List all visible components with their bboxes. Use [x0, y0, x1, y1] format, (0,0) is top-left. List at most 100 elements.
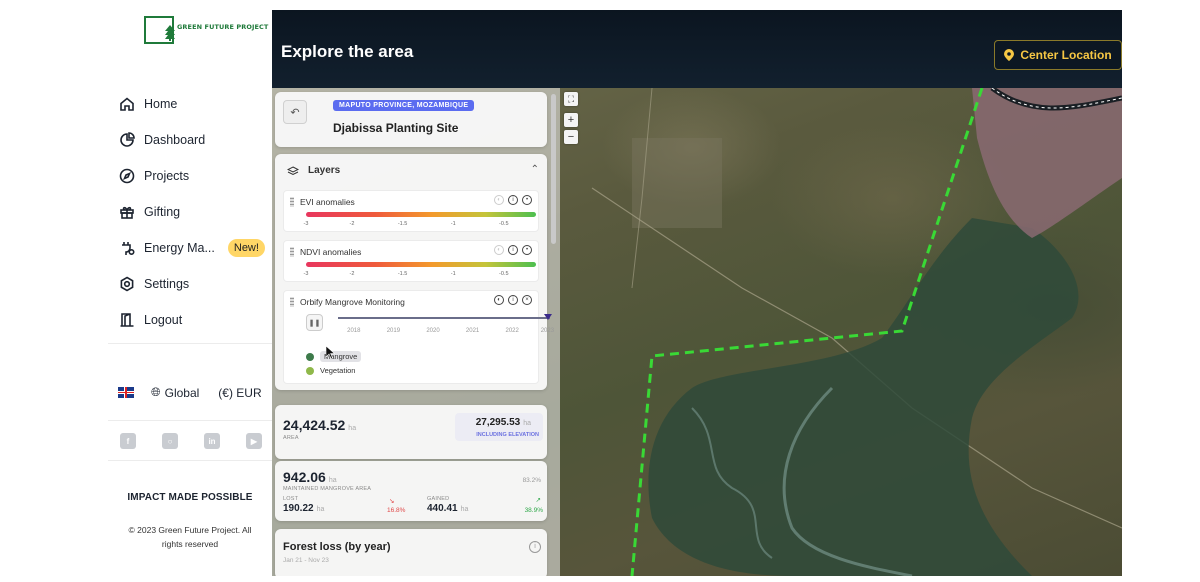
tick-label: -3 [303, 221, 309, 227]
layers-icon [287, 165, 299, 175]
plug-icon [118, 240, 135, 257]
mangrove-unit: ha [328, 477, 337, 484]
drag-handle-icon[interactable] [290, 197, 294, 207]
info-icon[interactable]: i [508, 195, 518, 205]
nav-item-home[interactable]: Home [118, 86, 268, 122]
explore-area-view: Explore the area Center Location ⛶ + − ↶… [272, 10, 1122, 576]
info-icon[interactable]: i [508, 295, 518, 305]
tick-label: -2 [349, 221, 355, 227]
salt-flat-area [972, 88, 1122, 238]
layer-controls: ◐ i • [494, 245, 532, 255]
youtube-icon[interactable]: ▶ [246, 433, 262, 449]
lost-label: LOST [283, 496, 299, 502]
zoom-in-button[interactable]: + [564, 113, 578, 127]
copyright-text: © 2023 Green Future Project. All rights … [128, 525, 252, 549]
forest-loss-card: Forest loss (by year) Jan 21 - Nov 23 i [275, 529, 547, 576]
back-button[interactable]: ↶ [283, 100, 307, 124]
forest-loss-range: Jan 21 - Nov 23 [283, 557, 329, 564]
eye-icon[interactable]: • [522, 245, 532, 255]
layers-header[interactable]: Layers [287, 165, 340, 176]
year-label: 2019 [386, 328, 401, 334]
timeline-handle[interactable] [544, 314, 552, 320]
nav-item-settings[interactable]: Settings [118, 266, 268, 302]
facebook-icon[interactable]: f [120, 433, 136, 449]
tick-label: -2 [349, 271, 355, 277]
social-links: f ○ in ▶ [120, 433, 270, 449]
top-bar: Explore the area Center Location [272, 10, 1122, 88]
fullscreen-button[interactable]: ⛶ [564, 92, 578, 106]
area-label: AREA [283, 435, 299, 441]
pause-button[interactable]: ❚❚ [306, 314, 323, 331]
lost-number: 190.22 [283, 503, 314, 514]
panel-scrollbar[interactable] [551, 94, 556, 244]
elevation-unit: ha [523, 420, 531, 427]
page-title: Explore the area [281, 42, 414, 61]
brand-logo[interactable]: GREEN FUTURE PROJECT [144, 16, 268, 44]
elevation-number: 27,295.53 [475, 417, 521, 428]
nav-label: Dashboard [144, 133, 206, 147]
instagram-icon[interactable]: ○ [162, 433, 178, 449]
nav-item-projects[interactable]: Projects [118, 158, 268, 194]
eye-off-icon[interactable]: × [522, 295, 532, 305]
region-selector[interactable]: Global [165, 386, 200, 400]
nav-label: Logout [144, 313, 183, 327]
year-label: 2022 [505, 328, 519, 334]
nav-item-gifting[interactable]: Gifting [118, 194, 268, 230]
zoom-out-button[interactable]: − [564, 130, 578, 144]
layer-controls: ◐ i × [494, 295, 532, 305]
nav-label: Projects [144, 169, 190, 183]
opacity-icon[interactable]: ◐ [494, 245, 504, 255]
gained-percent: 38.9% [524, 507, 543, 514]
evi-ticks: -3 -2 -1.5 -1 -0.5 [303, 221, 536, 229]
new-badge: New! [227, 239, 265, 257]
year-timeline-slider[interactable] [338, 314, 552, 320]
site-location-tag: MAPUTO PROVINCE, MOZAMBIQUE [333, 100, 475, 111]
elevation-box: 27,295.53 ha INCLUDING ELEVATION [455, 413, 543, 441]
nav-label: Energy Ma... [144, 241, 215, 255]
mangrove-wetland [648, 218, 1079, 576]
mangrove-number: 942.06 [283, 469, 326, 485]
location-pin-icon [1004, 49, 1015, 61]
tick-label: -3 [303, 271, 309, 277]
uk-flag-icon[interactable] [118, 387, 134, 398]
nav-item-dashboard[interactable]: Dashboard [118, 122, 268, 158]
elevation-value: 27,295.53 ha [476, 417, 531, 428]
info-icon[interactable]: i [529, 541, 541, 553]
sidebar: GREEN FUTURE PROJECT Home Dashboard Proj… [108, 10, 272, 576]
year-label: 2021 [465, 328, 480, 334]
eye-icon[interactable]: • [522, 195, 532, 205]
legend-vegetation[interactable]: Vegetation [306, 366, 355, 375]
back-arrow-icon: ↶ [290, 106, 300, 119]
mangrove-stat-card: 942.06 ha 83.2% MAINTAINED MANGROVE AREA … [275, 461, 547, 521]
gear-icon [118, 276, 135, 293]
mouse-cursor-icon [326, 346, 335, 359]
gained-label: GAINED [427, 496, 450, 502]
opacity-icon[interactable]: ◐ [494, 195, 504, 205]
tick-label: -1.5 [397, 271, 408, 277]
gained-unit: ha [460, 506, 469, 513]
elevation-label: INCLUDING ELEVATION [476, 432, 539, 438]
town-area [632, 138, 722, 228]
layer-ndvi: NDVI anomalies ◐ i • -3 -2 -1.5 -1 -0.5 [283, 240, 539, 282]
area-unit: ha [348, 425, 357, 432]
layers-card: Layers ⌃ EVI anomalies ◐ i • -3 -2 -1.5 … [275, 154, 554, 390]
opacity-icon[interactable]: ◐ [494, 295, 504, 305]
main-nav: Home Dashboard Projects Gifting Energy M… [118, 86, 268, 338]
gained-value: 440.41 ha [427, 503, 468, 514]
nav-item-logout[interactable]: Logout [118, 302, 268, 338]
linkedin-icon[interactable]: in [204, 433, 220, 449]
timeline-years: 2018 2019 2020 2021 2022 2023 [334, 328, 554, 336]
center-location-label: Center Location [1020, 48, 1112, 62]
lost-value: 190.22 ha [283, 503, 324, 514]
ndvi-gradient-legend [306, 262, 536, 267]
layer-evi: EVI anomalies ◐ i • -3 -2 -1.5 -1 -0.5 [283, 190, 539, 232]
info-icon[interactable]: i [508, 245, 518, 255]
center-location-button[interactable]: Center Location [994, 40, 1122, 70]
lost-unit: ha [316, 506, 325, 513]
drag-handle-icon[interactable] [290, 247, 294, 257]
gift-icon [118, 204, 135, 221]
currency-selector[interactable]: (€) EUR [218, 386, 261, 400]
drag-handle-icon[interactable] [290, 297, 294, 307]
nav-item-energy[interactable]: Energy Ma... New! [118, 230, 268, 266]
chevron-up-icon[interactable]: ⌃ [531, 164, 539, 175]
